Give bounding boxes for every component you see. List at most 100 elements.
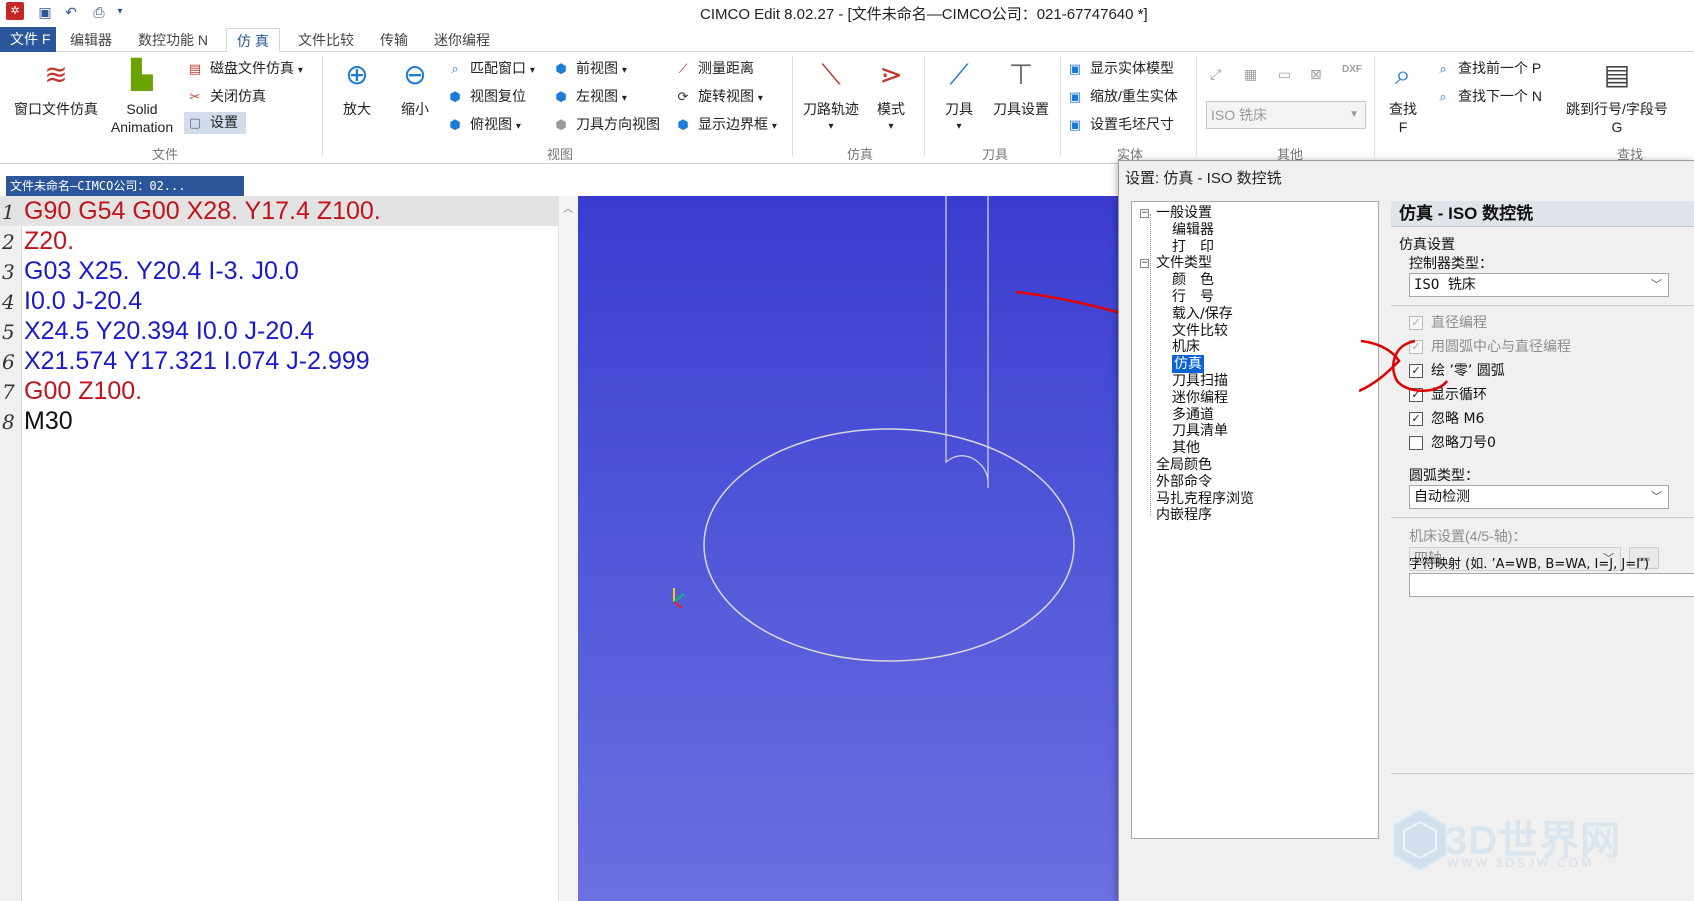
tree-item[interactable]: 颜 色 — [1172, 271, 1214, 289]
goto-line-label: 跳到行号/字段号 — [1566, 101, 1668, 117]
stock-size-button[interactable]: ▣ 设置毛坯尺寸 — [1064, 114, 1174, 136]
tree-item[interactable]: 载入/保存 — [1172, 305, 1233, 323]
tab-transmission[interactable]: 传输 — [370, 28, 418, 53]
zoom-in-button[interactable]: ⊕ 放大 — [332, 56, 382, 118]
rotate-view-dropdown-icon[interactable]: ▾ — [758, 93, 763, 104]
tab-mini-programming[interactable]: 迷你编程 — [424, 28, 500, 53]
axis-icon[interactable]: ⤢ — [1210, 66, 1221, 83]
bounds-dropdown-icon[interactable]: ▾ — [772, 121, 777, 132]
save-icon[interactable]: ▣ — [36, 3, 54, 21]
tab-editor[interactable]: 编辑器 — [60, 28, 122, 53]
mode-button[interactable]: ⋗ 模式 ▾ — [866, 56, 916, 136]
tree-item[interactable]: 打 印 — [1172, 238, 1214, 256]
fit-window-button[interactable]: ⌕ 匹配窗口 ▾ — [444, 58, 535, 80]
code-line[interactable]: 4 I0.0 J-20.4 — [0, 286, 558, 316]
top-view-button[interactable]: ⬢ 俯视图 ▾ — [444, 114, 521, 136]
checkbox-checked-icon[interactable]: ✓ — [1409, 412, 1423, 426]
code-line[interactable]: 5 X24.5 Y20.394 I0.0 J-20.4 — [0, 316, 558, 346]
divider — [1391, 305, 1694, 306]
tab-file-compare[interactable]: 文件比较 — [288, 28, 364, 53]
option-checkbox[interactable]: 忽略刀号0 — [1409, 434, 1496, 452]
tree-collapse-icon[interactable]: − — [1140, 259, 1149, 269]
code-line[interactable]: 2 Z20. — [0, 226, 558, 256]
code-line[interactable]: 3 G03 X25. Y20.4 I-3. J0.0 — [0, 256, 558, 286]
option-checkbox[interactable]: ✓ 忽略 M6 — [1409, 410, 1484, 428]
undo-icon[interactable]: ↶ — [62, 3, 80, 21]
tree-item[interactable]: 刀具清单 — [1172, 422, 1228, 440]
tree-item[interactable]: 多通道 — [1172, 406, 1214, 424]
view-reset-button[interactable]: ⬢ 视图复位 — [444, 86, 526, 108]
tab-nc-functions[interactable]: 数控功能 N — [128, 28, 218, 53]
left-view-button[interactable]: ⬢ 左视图 ▾ — [550, 86, 627, 108]
settings-button[interactable]: ▢ 设置 — [184, 112, 246, 134]
disk-file-sim-button[interactable]: ▤ 磁盘文件仿真 ▾ — [184, 58, 303, 80]
nc-code-editor[interactable]: 1 G90 G54 G00 X28. Y17.4 Z100. 2 Z20. 3 G03 X… — [0, 196, 578, 901]
fit-window-dropdown-icon[interactable]: ▾ — [530, 65, 535, 76]
tree-item[interactable]: 编辑器 — [1172, 221, 1214, 239]
grid-icon[interactable]: ▦ — [1244, 66, 1257, 83]
measure-distance-button[interactable]: ⟋ 测量距离 — [672, 58, 754, 80]
settings-tree[interactable]: − 一般设置 编辑器打 印 − 文件类型颜 色行 号载入/保存 文件比较 机床 仿真 刀具扫描迷… — [1131, 201, 1379, 839]
code-line[interactable]: 7 G00 Z100. — [0, 376, 558, 406]
tree-item[interactable]: 外部命令 — [1156, 473, 1212, 491]
tree-item[interactable]: 内嵌程序 — [1156, 506, 1212, 524]
zoom-out-button[interactable]: ⊖ 缩小 — [390, 56, 440, 118]
tree-item[interactable]: 文件比较 — [1172, 322, 1228, 340]
find-button[interactable]: ⌕ 查找 F — [1380, 56, 1426, 136]
char-mapping-input[interactable] — [1409, 573, 1694, 597]
tool-button[interactable]: ⟋ 刀具 ▾ — [936, 56, 982, 136]
find-next-button[interactable]: ⌕ 查找下一个 N — [1432, 86, 1542, 108]
rotate-view-button[interactable]: ⟳ 旋转视图 ▾ — [672, 86, 763, 108]
tree-item[interactable]: 仿真 — [1172, 355, 1204, 374]
tree-item[interactable]: 刀具扫描 — [1172, 372, 1228, 390]
controller-type-select[interactable]: ISO 铣床 ﹀ — [1409, 273, 1669, 297]
tool-setup-button[interactable]: ⊤ 刀具设置 — [986, 56, 1056, 118]
tree-item[interactable]: 机床 — [1172, 338, 1200, 356]
machine-type-combo[interactable]: ISO 铣床 ▼ — [1206, 101, 1366, 129]
show-solid-model-button[interactable]: ▣ 显示实体模型 — [1064, 58, 1174, 80]
arc-type-select[interactable]: 自动检测 ﹀ — [1409, 485, 1669, 509]
tree-item[interactable]: 一般设置 — [1156, 204, 1212, 222]
solid-animation-button[interactable]: ▙ Solid Animation — [102, 56, 182, 136]
front-view-dropdown-icon[interactable]: ▾ — [622, 65, 627, 76]
dxf-icon[interactable]: DXF — [1342, 64, 1362, 75]
editor-vertical-scrollbar[interactable]: ︿ — [558, 196, 578, 901]
view-reset-label: 视图复位 — [470, 88, 526, 104]
code-line[interactable]: 8 M30 — [0, 406, 558, 436]
mode-dropdown-icon[interactable]: ▾ — [866, 118, 916, 136]
option-checkbox[interactable]: ✓ 直径编程 — [1409, 314, 1487, 332]
disk-sim-dropdown-icon[interactable]: ▾ — [298, 65, 303, 76]
left-view-dropdown-icon[interactable]: ▾ — [622, 93, 627, 104]
window-icon[interactable]: ▭ — [1278, 66, 1291, 83]
scale-regen-solid-button[interactable]: ▣ 缩放/重生实体 — [1064, 86, 1178, 108]
document-tab[interactable]: 文件未命名—CIMCO公司：02... — [6, 176, 244, 196]
checkbox-unchecked-icon[interactable] — [1409, 436, 1423, 450]
tool-direction-view-button[interactable]: ⬢ 刀具方向视图 — [550, 114, 660, 136]
tab-file[interactable]: 文件 F — [0, 27, 56, 52]
tree-item[interactable]: 其他 — [1172, 439, 1200, 457]
show-bounding-box-button[interactable]: ⬢ 显示边界框 ▾ — [672, 114, 777, 136]
tree-item[interactable]: 迷你编程 — [1172, 389, 1228, 407]
checkbox-checked-icon[interactable]: ✓ — [1409, 316, 1423, 330]
window-file-sim-button[interactable]: ≋ 窗口文件仿真 — [6, 56, 106, 118]
toolpath-dropdown-icon[interactable]: ▾ — [796, 118, 866, 136]
tree-collapse-icon[interactable]: − — [1140, 209, 1149, 218]
close-sim-button[interactable]: ✂ 关闭仿真 — [184, 86, 266, 108]
cross-grid-icon[interactable]: ⊠ — [1310, 66, 1322, 83]
top-view-dropdown-icon[interactable]: ▾ — [516, 121, 521, 132]
tree-item[interactable]: 行 号 — [1172, 288, 1214, 306]
tree-item[interactable]: 全局颜色 — [1156, 456, 1212, 474]
tool-dropdown-icon[interactable]: ▾ — [936, 118, 982, 136]
goto-line-button[interactable]: ▤ 跳到行号/字段号 G — [1560, 56, 1674, 136]
find-previous-button[interactable]: ⌕ 查找前一个 P — [1432, 58, 1541, 80]
tab-simulation[interactable]: 仿 真 — [226, 28, 280, 53]
scroll-up-icon[interactable]: ︿ — [563, 200, 573, 215]
code-line[interactable]: 1 G90 G54 G00 X28. Y17.4 Z100. — [0, 196, 558, 226]
tree-item[interactable]: 文件类型 — [1156, 254, 1212, 272]
print-icon[interactable]: ⎙ — [90, 3, 108, 21]
quick-access-dropdown-icon[interactable]: ▾ — [114, 3, 126, 21]
front-view-button[interactable]: ⬢ 前视图 ▾ — [550, 58, 627, 80]
code-line[interactable]: 6 X21.574 Y17.321 I.074 J-2.999 — [0, 346, 558, 376]
toolpath-button[interactable]: ⟍ 刀路轨迹 ▾ — [796, 56, 866, 136]
tree-item[interactable]: 马扎克程序浏览 — [1156, 490, 1254, 508]
